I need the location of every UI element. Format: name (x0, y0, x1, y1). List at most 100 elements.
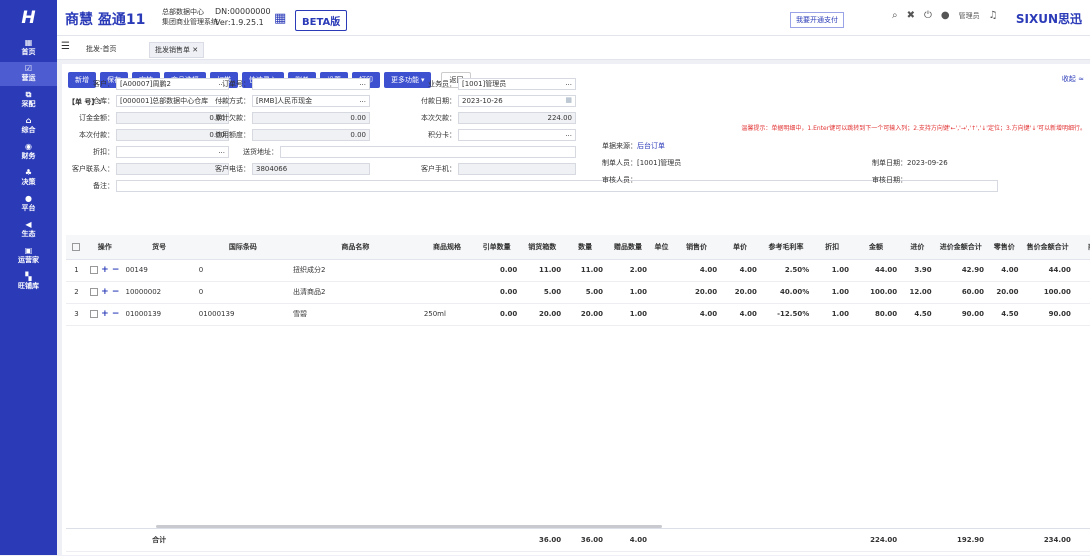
select-all-checkbox[interactable] (72, 242, 81, 251)
menu-icon[interactable]: ☰ (61, 41, 70, 52)
tab-wholesale-sales[interactable]: 批发销售单 ✕ (149, 42, 205, 58)
address-field[interactable] (280, 146, 576, 158)
sidebar-icon-4: ◉ (25, 142, 32, 151)
sidebar-item-7[interactable]: ◀ 生态 (0, 218, 57, 242)
cell-col-19: 100.00 (1021, 281, 1074, 304)
salesman-field[interactable]: [1001]管理员... (458, 78, 576, 90)
sidebar-item-8[interactable]: ▣ 运营家 (0, 244, 57, 268)
company-logo: SIXUN思迅 (1015, 12, 1082, 26)
sidebar-label: 生态 (21, 230, 36, 238)
search-icon[interactable]: ⌕ (892, 10, 898, 21)
sidebar-label: 首页 (21, 48, 36, 56)
collapse-button[interactable]: 收起 ≈ (1062, 74, 1084, 84)
sidebar-item-2[interactable]: ⧉ 采配 (0, 88, 57, 112)
table-row[interactable]: 2 + −10000002 0 出清商品2 0.00 5.00 5.00 1.00 20.00… (66, 281, 1090, 304)
sidebar-item-1[interactable]: ☑ 营运 (0, 62, 57, 86)
sidebar-item-4[interactable]: ◉ 财务 (0, 140, 57, 164)
col-header-9: 赠品数量 (606, 235, 650, 260)
cell-col-10 (650, 259, 674, 282)
tab-wholesale-home[interactable]: 批发-首页 (81, 42, 122, 56)
pay-date-field[interactable]: 2023-10-26 ▦ (458, 95, 576, 107)
cell-col-13: -12.50% (759, 303, 813, 326)
cell-col-19: 90.00 (1021, 303, 1074, 326)
cell-col-11: 4.00 (673, 259, 721, 282)
this-owed-field[interactable]: 224.00 (458, 112, 576, 124)
col-header-4: 商品名称 (289, 235, 421, 260)
calendar-icon[interactable]: ▦ (565, 96, 572, 105)
open-payment-button[interactable]: 我要开通支付 (790, 12, 844, 28)
cell-col-13: 40.00% (759, 281, 813, 304)
ellipsis-icon[interactable]: ... (565, 130, 572, 139)
sidebar-item-0[interactable]: ▦ 首页 (0, 36, 57, 60)
cell-col-5 (420, 259, 474, 282)
credit-label: 信用额度： (215, 131, 250, 139)
sidebar-item-9[interactable]: ▚ 旺铺库 (0, 270, 57, 294)
cell-col-9: 1.00 (606, 303, 650, 326)
col-header-19: 售价金额合计 (1021, 235, 1074, 260)
ellipsis-icon[interactable]: ... (359, 79, 366, 88)
cell-col-9: 1.00 (606, 281, 650, 304)
sidebar-item-3[interactable]: ⌂ 综合 (0, 114, 57, 138)
footer-sale-total: 234.00 (1021, 529, 1074, 552)
app-grid-icon[interactable]: ▦ (274, 11, 286, 26)
remove-row-icon[interactable]: − (109, 287, 120, 297)
audit-date-label: 审核日期： (872, 176, 907, 184)
col-header-20: 商品 (1073, 235, 1090, 260)
row-index: 3 (66, 303, 87, 326)
row-checkbox[interactable] (90, 310, 99, 318)
total-owed-field[interactable]: 0.00 (252, 112, 370, 124)
cell-col-11: 4.00 (673, 303, 721, 326)
tools-icon[interactable]: ✖ (907, 10, 915, 21)
ellipsis-icon[interactable]: ... (565, 79, 572, 88)
row-checkbox[interactable] (90, 266, 99, 274)
cell-col-18: 4.00 (986, 259, 1022, 282)
cell-col-2: 01000139 (122, 303, 196, 326)
footer-box-total: 36.00 (520, 529, 565, 552)
cell-col-15: 80.00 (851, 303, 901, 326)
credit-field[interactable]: 0.00 (252, 129, 370, 141)
cell-col-19: 44.00 (1021, 259, 1074, 282)
sidebar-item-5[interactable]: ♣ 决策 (0, 166, 57, 190)
row-index: 1 (66, 259, 87, 282)
power-icon[interactable]: ⏻ (924, 10, 932, 21)
phone-field[interactable]: 3804066 (252, 163, 370, 175)
points-field[interactable]: ... (458, 129, 576, 141)
discount-field[interactable]: ... (116, 146, 229, 158)
pay-method-field[interactable]: [RMB]人民币现金... (252, 95, 370, 107)
row-checkbox[interactable] (90, 288, 99, 296)
remove-row-icon[interactable]: − (109, 309, 120, 319)
remark-label: 备注： (93, 182, 114, 190)
phone-value: 3804066 (256, 165, 288, 173)
remark-field[interactable] (116, 180, 998, 192)
table-row[interactable]: 3 + −01000139 01000139 雪碧 250ml 0.00 20.00 20.… (66, 303, 1090, 326)
contact-label: 客户联系人： (72, 165, 114, 173)
order-amount-label: 订金金额： (79, 114, 114, 122)
pay-date-value: 2023-10-26 (462, 97, 503, 105)
main-content: 新增保存审核商品选择扫描快速录入删单设置打印更多功能 ▾返回 收起 ≈ 【单 号… (62, 64, 1090, 555)
user-name[interactable]: 管理员 (959, 11, 980, 21)
ellipsis-icon[interactable]: ... (359, 96, 366, 105)
table-row[interactable]: 1 + −00149 0 扭织成分2 0.00 11.00 11.00 2.00 4.00 4.… (66, 259, 1090, 282)
total-owed-value: 0.00 (350, 114, 366, 122)
mobile-field[interactable] (458, 163, 576, 175)
beta-badge: BETA版 (295, 10, 348, 31)
app-logo: H (21, 8, 36, 28)
sidebar-label: 综合 (21, 126, 36, 134)
version-label: Ver:1.9.25.1 (215, 18, 264, 27)
order-no-label: 订单号： (222, 80, 250, 88)
sidebar-item-6[interactable]: ● 平台 (0, 192, 57, 216)
source-link[interactable]: 后台订单 (637, 142, 665, 150)
cell-col-7: 5.00 (520, 281, 565, 304)
sidebar-icon-2: ⧉ (25, 90, 32, 99)
ellipsis-icon[interactable]: ... (218, 147, 225, 156)
add-row-icon[interactable]: + (98, 309, 109, 319)
bell-icon[interactable]: ♫ (989, 10, 998, 21)
remove-row-icon[interactable]: − (109, 265, 120, 275)
col-header-11: 销售价 (673, 235, 721, 260)
add-row-icon[interactable]: + (98, 265, 109, 275)
cell-col-10 (650, 281, 674, 304)
avatar[interactable]: ● (941, 10, 950, 21)
add-row-icon[interactable]: + (98, 287, 109, 297)
salesman-label: 业务员： (428, 80, 456, 88)
order-no-field[interactable]: ... (252, 78, 370, 90)
